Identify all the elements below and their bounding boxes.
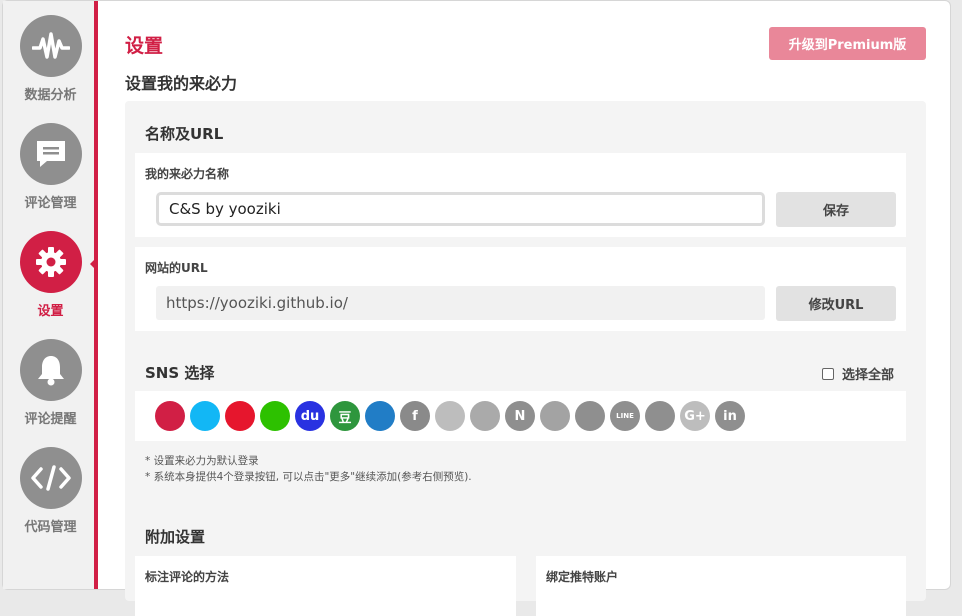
settings-panel: 名称及URL 我的来必力名称 保存 网站的URL 修改URL SNS 选择 选择… [125, 101, 926, 616]
sidebar-item-label: 代码管理 [24, 520, 77, 535]
naver-icon[interactable]: N [505, 401, 535, 431]
facebook-icon[interactable]: f [400, 401, 430, 431]
sns-note: * 设置来必力为默认登录 [145, 455, 259, 467]
upgrade-premium-button[interactable]: 升级到Premium版 [769, 27, 926, 60]
twitter-icon[interactable] [435, 401, 465, 431]
sns-icon-row: du 豆 f N LINE G+ in [155, 401, 745, 433]
page-subtitle: 设置我的来必力 [125, 74, 238, 93]
code-icon [19, 447, 82, 509]
bell-icon [19, 339, 82, 401]
left-option-box: 标注评论的方法 [135, 556, 516, 616]
sidebar-item-label: 数据分析 [24, 88, 77, 103]
site-url-input[interactable] [156, 286, 765, 320]
sidebar: 数据分析 评论管理 设置 评论提醒 代码管理 [3, 1, 98, 589]
url-label: 网站的URL [145, 261, 208, 275]
checkbox-box[interactable] [822, 367, 834, 380]
sidebar-item-label: 评论提醒 [24, 412, 77, 427]
sidebar-item-settings[interactable]: 设置 [3, 231, 98, 319]
save-button[interactable]: 保存 [776, 192, 896, 227]
sidebar-item-label: 设置 [37, 304, 64, 319]
wechat-icon[interactable] [260, 401, 290, 431]
right-option-title: 绑定推特账户 [546, 570, 619, 584]
sidebar-item-code[interactable]: 代码管理 [3, 447, 98, 535]
comment-icon [19, 123, 82, 185]
page-title: 设置 [125, 35, 164, 57]
band-icon[interactable] [540, 401, 570, 431]
weibo-icon[interactable] [225, 401, 255, 431]
active-pointer [90, 256, 98, 272]
left-option-title: 标注评论的方法 [145, 570, 230, 584]
right-option-box: 绑定推特账户 [536, 556, 906, 616]
github-icon[interactable] [645, 401, 675, 431]
name-label: 我的来必力名称 [145, 167, 230, 181]
sns-notes: * 设置来必力为默认登录 * 系统本身提供4个登录按钮, 可以点击"更多"继续添… [145, 453, 472, 485]
gear-icon [19, 231, 82, 293]
kakao-icon[interactable] [470, 401, 500, 431]
douban-icon[interactable]: 豆 [330, 401, 360, 431]
baidu-icon[interactable]: du [295, 401, 325, 431]
sidebar-item-analytics[interactable]: 数据分析 [3, 15, 98, 103]
select-all-checkbox[interactable]: 选择全部 [822, 364, 894, 383]
modify-url-button[interactable]: 修改URL [776, 286, 896, 321]
sidebar-item-label: 评论管理 [24, 196, 77, 211]
qq-icon[interactable] [190, 401, 220, 431]
renren-icon[interactable] [365, 401, 395, 431]
sns-section-title: SNS 选择 [145, 364, 215, 382]
sidebar-item-notifications[interactable]: 评论提醒 [3, 339, 98, 427]
activity-icon [19, 15, 82, 77]
site-name-input[interactable] [156, 192, 765, 226]
sns-note: * 系统本身提供4个登录按钮, 可以点击"更多"继续添加(参考右侧预览). [145, 471, 472, 483]
line-icon[interactable]: LINE [610, 401, 640, 431]
additional-section-title: 附加设置 [145, 528, 206, 546]
linkedin-icon[interactable]: in [715, 401, 745, 431]
name-url-section-title: 名称及URL [145, 125, 224, 143]
google-plus-icon[interactable]: G+ [680, 401, 710, 431]
app-frame: 数据分析 评论管理 设置 评论提醒 代码管理 设置 设置我的来必力 升级到Pre… [2, 0, 951, 616]
daum-icon[interactable] [155, 401, 185, 431]
instagram-icon[interactable] [575, 401, 605, 431]
select-all-label: 选择全部 [842, 368, 895, 383]
sidebar-item-comments[interactable]: 评论管理 [3, 123, 98, 211]
